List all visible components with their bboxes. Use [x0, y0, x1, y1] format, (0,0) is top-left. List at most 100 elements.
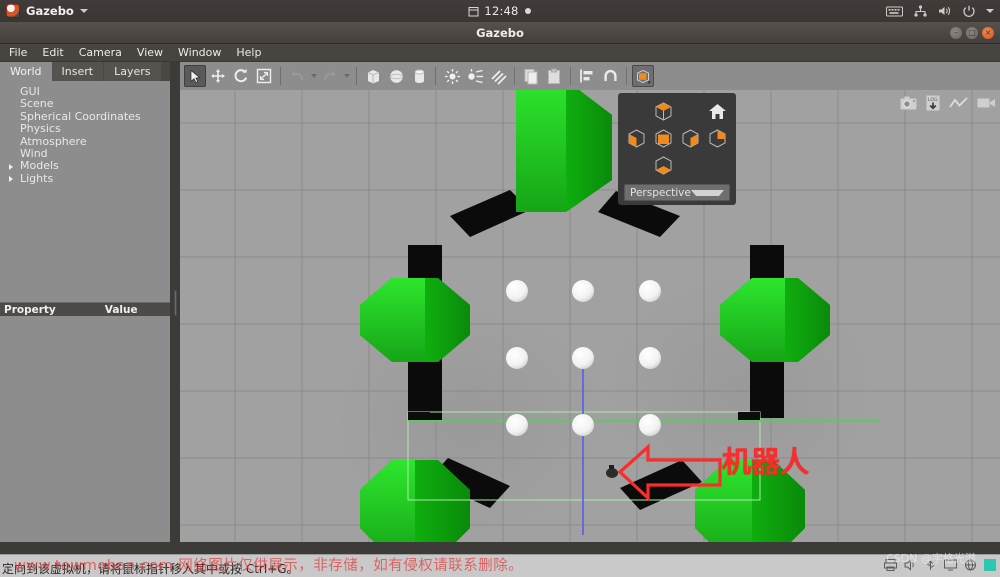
- translate-mode-button[interactable]: [207, 65, 229, 87]
- host-tray-icons: [884, 559, 996, 571]
- property-table-body: [0, 316, 170, 577]
- chevron-down-icon: [690, 189, 724, 196]
- power-icon[interactable]: [963, 5, 975, 17]
- paste-button[interactable]: [543, 65, 565, 87]
- 3d-viewport[interactable]: Perspective LOG: [180, 90, 1000, 544]
- toolbar-separator: [435, 67, 436, 85]
- tree-item-scene[interactable]: Scene: [0, 97, 170, 110]
- plot-graph-icon[interactable]: [949, 96, 968, 110]
- vertical-splitter[interactable]: [170, 62, 180, 544]
- projection-select[interactable]: Perspective: [624, 184, 730, 201]
- menu-help[interactable]: Help: [229, 44, 268, 61]
- vertical-splitter-handle-icon: [173, 290, 177, 316]
- chevron-down-icon[interactable]: [79, 9, 88, 13]
- insert-point-light-button[interactable]: [441, 65, 463, 87]
- view-bottom-button[interactable]: [651, 153, 675, 177]
- bottom-view-cube-icon: [655, 155, 672, 175]
- window-bottom-edge: [0, 542, 1000, 554]
- host-message: 定向到该虚拟机，请将鼠标指针移入其中或按 Ctrl+G。: [2, 562, 299, 576]
- volume-icon[interactable]: [938, 5, 952, 17]
- video-record-icon[interactable]: [977, 96, 996, 110]
- insert-spot-light-button[interactable]: [464, 65, 486, 87]
- view-cube-icon: [636, 69, 651, 84]
- view-right-button[interactable]: [679, 126, 703, 150]
- tab-world[interactable]: World: [0, 62, 52, 81]
- view-angle-widget[interactable]: Perspective: [618, 93, 736, 205]
- tree-item-lights[interactable]: Lights: [0, 172, 170, 185]
- minimize-icon: –: [954, 28, 958, 37]
- screenshot-camera-icon[interactable]: [900, 96, 917, 110]
- gazebo-app-icon: [6, 4, 20, 18]
- move-arrows-icon: [211, 69, 225, 83]
- view-back-button[interactable]: [706, 126, 730, 150]
- menu-camera[interactable]: Camera: [72, 44, 129, 61]
- top-view-cube-icon: [655, 101, 672, 121]
- tab-insert[interactable]: Insert: [51, 62, 104, 81]
- insert-directional-light-button[interactable]: [487, 65, 509, 87]
- view-front-button[interactable]: [651, 126, 675, 150]
- cursor-arrow-icon: [190, 69, 201, 83]
- host-taskbar: 定向到该虚拟机，请将鼠标指针移入其中或按 Ctrl+G。: [0, 554, 1000, 577]
- sound-icon[interactable]: [904, 559, 917, 571]
- toolbar-separator: [570, 67, 571, 85]
- copy-icon: [524, 68, 538, 84]
- clock-indicator[interactable]: 12:48: [425, 4, 575, 18]
- app-indicator[interactable]: Gazebo: [0, 4, 88, 18]
- close-button[interactable]: ×: [982, 27, 994, 39]
- system-tray: [886, 5, 994, 17]
- redo-dropdown[interactable]: [342, 65, 351, 87]
- maximize-button[interactable]: □: [966, 27, 978, 39]
- insert-cylinder-button[interactable]: [408, 65, 430, 87]
- keyboard-icon[interactable]: [886, 6, 903, 17]
- rotate-mode-button[interactable]: [230, 65, 252, 87]
- insert-box-button[interactable]: [362, 65, 384, 87]
- select-mode-button[interactable]: [184, 65, 206, 87]
- snap-button[interactable]: [599, 65, 621, 87]
- scale-icon: [256, 68, 272, 84]
- menu-file[interactable]: File: [2, 44, 34, 61]
- robot-annotation-label: 机器人: [722, 445, 810, 479]
- view-left-button[interactable]: [624, 126, 648, 150]
- right-view-cube-icon: [682, 128, 699, 148]
- column-header-property: Property: [4, 303, 56, 316]
- scale-mode-button[interactable]: [253, 65, 275, 87]
- display-icon[interactable]: [944, 559, 957, 571]
- usb-icon[interactable]: [924, 559, 937, 571]
- calendar-icon: [468, 6, 479, 16]
- world-tree: GUI Scene Spherical Coordinates Physics …: [0, 81, 170, 305]
- network-icon[interactable]: [914, 5, 927, 17]
- vw-empty-4: [679, 153, 703, 177]
- vw-empty-1: [624, 99, 648, 123]
- toolbar-separator: [356, 67, 357, 85]
- menu-edit[interactable]: Edit: [35, 44, 70, 61]
- chevron-down-icon: [310, 74, 317, 78]
- toolbar-separator: [626, 67, 627, 85]
- tree-item-models[interactable]: Models: [0, 159, 170, 172]
- view-home-button[interactable]: [706, 99, 730, 123]
- menu-window[interactable]: Window: [171, 44, 228, 61]
- undo-dropdown[interactable]: [309, 65, 318, 87]
- vmware-status-chip-icon[interactable]: [984, 559, 996, 571]
- tree-item-physics[interactable]: Physics: [0, 122, 170, 135]
- sphere-icon: [389, 69, 403, 83]
- align-button[interactable]: [576, 65, 598, 87]
- menu-view[interactable]: View: [130, 44, 170, 61]
- view-top-button[interactable]: [651, 99, 675, 123]
- log-download-icon[interactable]: LOG: [926, 95, 940, 111]
- minimize-button[interactable]: –: [950, 27, 962, 39]
- network-host-icon[interactable]: [964, 559, 977, 571]
- scene-render: [180, 90, 1000, 544]
- tray-chevron-down-icon[interactable]: [986, 9, 994, 13]
- insert-sphere-button[interactable]: [385, 65, 407, 87]
- view-angle-button[interactable]: [632, 65, 654, 87]
- spot-light-icon: [468, 68, 483, 83]
- undo-button[interactable]: [286, 65, 308, 87]
- viewport-tools: LOG: [900, 90, 996, 116]
- redo-button[interactable]: [319, 65, 341, 87]
- undo-arrow-icon: [291, 71, 303, 81]
- copy-button[interactable]: [520, 65, 542, 87]
- printer-icon[interactable]: [884, 559, 897, 571]
- toolbar-separator: [514, 67, 515, 85]
- column-header-value: Value: [104, 303, 138, 316]
- tab-layers[interactable]: Layers: [104, 62, 161, 81]
